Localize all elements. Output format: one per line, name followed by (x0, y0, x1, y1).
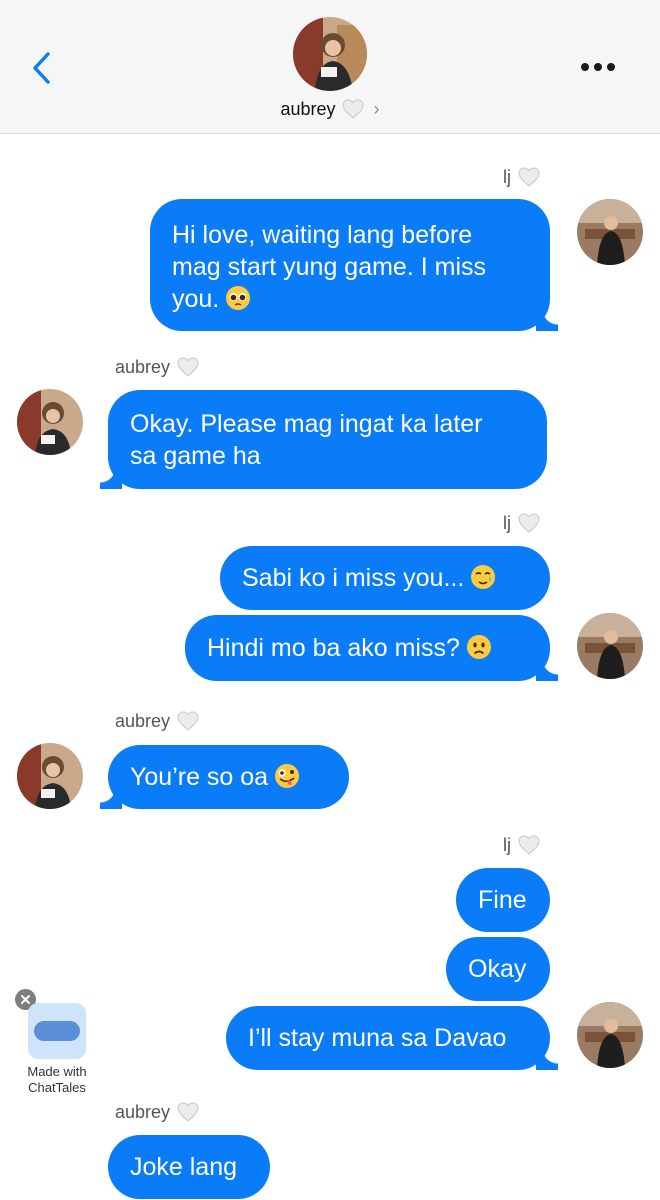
message-bubble[interactable]: Sabi ko i miss you... (220, 546, 550, 610)
white-heart-icon (177, 711, 199, 731)
sender-label: aubrey (115, 1101, 200, 1123)
chat-bubble-icon (34, 1021, 80, 1041)
message-bubble[interactable]: Joke lang (108, 1135, 270, 1199)
more-options-button[interactable] (576, 52, 620, 82)
message-bubble[interactable]: Fine (456, 868, 550, 932)
pleading-face-icon (226, 286, 251, 310)
more-dots-icon (581, 63, 615, 71)
sender-label: lj (503, 512, 541, 534)
chattales-app-badge[interactable] (28, 1003, 86, 1059)
message-bubble[interactable]: Hindi mo ba ako miss? (185, 615, 558, 681)
chevron-left-icon (33, 52, 50, 84)
white-heart-icon (342, 99, 364, 119)
white-heart-icon (518, 835, 540, 855)
chat-header: aubrey › (0, 0, 660, 134)
back-button[interactable] (24, 46, 64, 90)
sender-label: aubrey (115, 710, 200, 732)
tearful-smile-icon (471, 565, 496, 589)
contact-name-row[interactable]: aubrey › (0, 98, 660, 120)
message-bubble[interactable]: Okay (446, 937, 550, 1001)
white-heart-icon (518, 513, 540, 533)
message-bubble[interactable]: You’re so oa (100, 745, 349, 809)
message-bubble[interactable]: Okay. Please mag ingat ka later sa game … (100, 390, 547, 489)
message-bubble[interactable]: I’ll stay muna sa Davao (226, 1006, 558, 1070)
sender-label: lj (503, 834, 541, 856)
aubrey-avatar[interactable] (17, 743, 83, 809)
watermark-text: Made with ChatTales (27, 1064, 87, 1095)
frowning-face-icon (466, 635, 491, 659)
white-heart-icon (177, 1102, 199, 1122)
contact-avatar[interactable] (293, 17, 367, 91)
white-heart-icon (177, 357, 199, 377)
white-heart-icon (518, 167, 540, 187)
aubrey-avatar[interactable] (17, 389, 83, 455)
sender-label: lj (503, 166, 541, 188)
lj-avatar[interactable] (577, 613, 643, 679)
contact-name: aubrey (280, 98, 336, 119)
message-bubble[interactable]: Hi love, waiting lang before mag start y… (150, 199, 558, 331)
lj-avatar[interactable] (577, 1002, 643, 1068)
zany-face-icon (275, 764, 300, 788)
lj-avatar[interactable] (577, 199, 643, 265)
sender-label: aubrey (115, 356, 200, 378)
chevron-right-icon: › (373, 98, 380, 119)
